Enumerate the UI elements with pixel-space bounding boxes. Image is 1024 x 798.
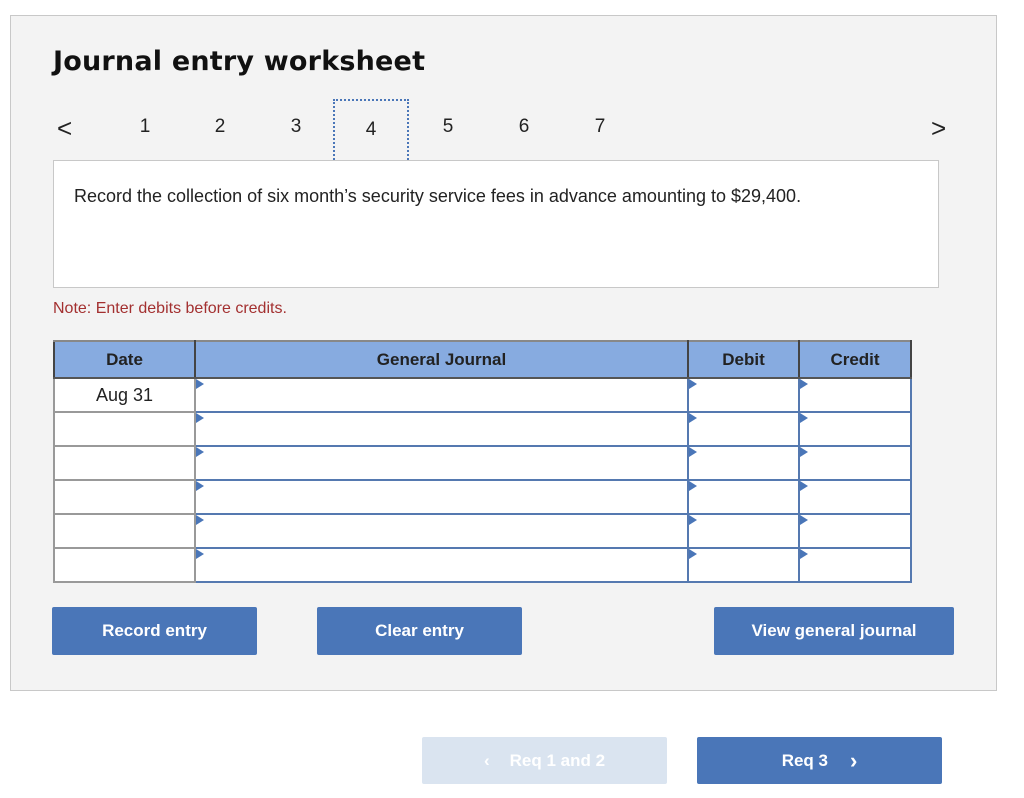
prev-req-button[interactable]: ‹ Req 1 and 2: [422, 737, 667, 784]
account-input[interactable]: [194, 513, 689, 549]
table-row: [53, 445, 912, 481]
next-req-label: Req 3: [781, 750, 828, 770]
date-cell[interactable]: [53, 513, 196, 549]
credit-input[interactable]: [798, 411, 912, 447]
date-cell[interactable]: [53, 547, 196, 583]
account-input[interactable]: [194, 377, 689, 413]
table-row: [53, 411, 912, 447]
chevron-left-icon: ‹: [483, 750, 490, 770]
account-input[interactable]: [194, 547, 689, 583]
credit-input[interactable]: [798, 479, 912, 515]
note-text: Note: Enter debits before credits.: [53, 300, 287, 317]
date-cell[interactable]: Aug 31: [53, 377, 196, 413]
step-2[interactable]: 2: [205, 116, 235, 138]
prev-req-label: Req 1 and 2: [509, 750, 606, 770]
debit-input[interactable]: [687, 479, 800, 515]
view-general-journal-button[interactable]: View general journal: [714, 607, 954, 655]
account-input[interactable]: [194, 445, 689, 481]
header-credit: Credit: [798, 340, 912, 379]
step-4[interactable]: 4: [333, 99, 409, 163]
credit-input[interactable]: [798, 513, 912, 549]
instruction-text: Record the collection of six month’s sec…: [53, 160, 939, 288]
account-input[interactable]: [194, 411, 689, 447]
table-row: [53, 513, 912, 549]
worksheet-panel: Journal entry worksheet < 1 2 3 4 5 6 7 …: [10, 15, 997, 691]
credit-input[interactable]: [798, 377, 912, 413]
clear-entry-button[interactable]: Clear entry: [317, 607, 522, 655]
debit-input[interactable]: [687, 513, 800, 549]
table-row: [53, 479, 912, 515]
chevron-right-icon: ›: [849, 747, 858, 773]
credit-input[interactable]: [798, 445, 912, 481]
step-7[interactable]: 7: [585, 116, 615, 138]
debit-input[interactable]: [687, 445, 800, 481]
account-input[interactable]: [194, 479, 689, 515]
date-cell[interactable]: [53, 445, 196, 481]
debit-input[interactable]: [687, 411, 800, 447]
date-cell[interactable]: [53, 479, 196, 515]
page-title: Journal entry worksheet: [53, 46, 426, 77]
header-general-journal: General Journal: [194, 340, 689, 379]
date-cell[interactable]: [53, 411, 196, 447]
step-3[interactable]: 3: [281, 116, 311, 138]
next-step-icon[interactable]: >: [931, 113, 946, 144]
header-debit: Debit: [687, 340, 800, 379]
table-row: [53, 547, 912, 583]
next-req-button[interactable]: Req 3 ›: [697, 737, 942, 784]
record-entry-button[interactable]: Record entry: [52, 607, 257, 655]
step-6[interactable]: 6: [509, 116, 539, 138]
debit-input[interactable]: [687, 377, 800, 413]
step-5[interactable]: 5: [433, 116, 463, 138]
prev-step-icon[interactable]: <: [57, 113, 72, 144]
step-nav: < 1 2 3 4 5 6 7 >: [11, 99, 998, 163]
header-date: Date: [53, 340, 196, 379]
step-1[interactable]: 1: [130, 116, 160, 138]
table-row: Aug 31: [53, 377, 912, 413]
debit-input[interactable]: [687, 547, 800, 583]
journal-table: Date General Journal Debit Credit Aug 31: [53, 340, 912, 583]
credit-input[interactable]: [798, 547, 912, 583]
